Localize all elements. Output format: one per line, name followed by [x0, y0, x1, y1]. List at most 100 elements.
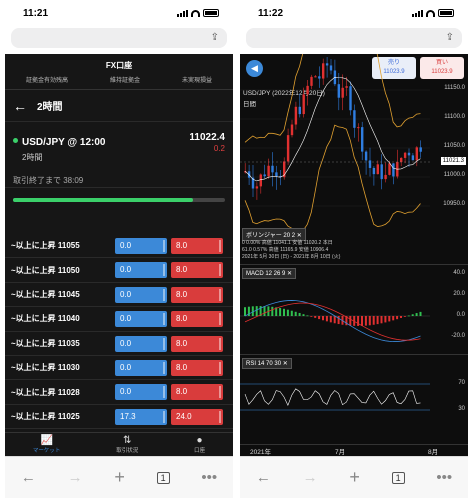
macd-histogram-bar — [255, 306, 258, 316]
macd-histogram-bar — [403, 316, 406, 317]
tab-count[interactable]: 1 — [391, 471, 405, 484]
margin-balance-label: 証拠金有効残高 — [25, 78, 68, 84]
macd-histogram-bar — [298, 312, 301, 316]
macd-histogram-bar — [314, 316, 317, 318]
panel-divider — [240, 444, 468, 445]
share-icon[interactable]: ⇪ — [446, 32, 454, 43]
candle-body — [364, 151, 368, 161]
down-price-button[interactable]: 8.0 — [171, 311, 223, 328]
price-axis-2: 11100.0 — [444, 114, 465, 120]
strike-label: ~以上に上昇 11025 — [11, 411, 80, 421]
down-price-button[interactable]: 24.0 — [171, 408, 223, 425]
macd-axis-1: 40.0 — [453, 270, 465, 276]
rsi-chip[interactable]: RSI 14 70 30 ✕ — [242, 358, 292, 369]
macd-chip[interactable]: MACD 12 26 9 ✕ — [242, 268, 297, 279]
up-price-button[interactable]: 0.0 — [115, 359, 167, 376]
up-price-button[interactable]: 0.0 — [115, 384, 167, 401]
more-icon[interactable]: ••• — [201, 469, 217, 486]
candle-body — [353, 110, 356, 128]
down-price-button[interactable]: 8.0 — [171, 286, 223, 303]
price-axis-5: 10950.0 — [443, 201, 465, 207]
macd-axis-4: -20.0 — [451, 333, 465, 339]
swap-arrows-icon: ⇅ — [123, 435, 132, 446]
candle-body — [302, 94, 305, 115]
candle-body — [271, 165, 274, 173]
up-price-button[interactable]: 17.3 — [115, 408, 167, 425]
up-price-button[interactable]: 0.0 — [115, 286, 167, 303]
browser-back-icon[interactable]: ← — [21, 469, 36, 486]
price-axis-3: 11050.0 — [443, 143, 465, 149]
price-axis-1: 11150.0 — [444, 85, 465, 91]
candle-body — [259, 174, 262, 187]
macd-histogram-bar — [263, 306, 266, 316]
url-bar[interactable]: ⇪ — [246, 28, 462, 48]
rsi-axis-30: 30 — [458, 406, 465, 412]
macd-histogram-bar — [337, 316, 340, 325]
up-price-button[interactable]: 0.0 — [115, 311, 167, 328]
candle-body — [341, 87, 344, 98]
macd-histogram-bar — [283, 308, 285, 316]
strike-row: ~以上に上昇 11050 0.0 8.0 — [5, 258, 233, 283]
user-icon: ● — [196, 435, 203, 446]
down-price-button[interactable]: 8.0 — [171, 359, 223, 376]
strike-label: ~以上に上昇 11028 — [11, 387, 80, 397]
x-axis-july: 7月 — [335, 449, 346, 456]
macd-histogram-bar — [384, 316, 387, 323]
macd-axis-2: 20.0 — [453, 291, 465, 297]
down-price-button[interactable]: 8.0 — [171, 384, 223, 401]
share-icon[interactable]: ⇪ — [211, 32, 219, 43]
signal-icon — [177, 9, 188, 17]
browser-forward-icon[interactable]: → — [68, 469, 83, 486]
strike-row: ~以上に上昇 11055 0.0 8.0 — [5, 234, 233, 259]
panel-divider — [240, 354, 468, 355]
candle-body — [255, 186, 259, 189]
macd-histogram-bar — [419, 311, 422, 316]
strike-label: ~以上に上昇 11035 — [11, 338, 80, 348]
status-icons — [412, 9, 454, 17]
candle-body — [419, 147, 422, 152]
macd-histogram-bar — [322, 316, 324, 321]
live-dot-icon — [13, 138, 18, 144]
new-tab-icon[interactable]: + — [114, 467, 125, 488]
strike-list: ~以上に上昇 11055 0.0 8.0 ~以上に上昇 11050 0.0 8.0 ~以上に… — [5, 234, 233, 456]
nav-trades[interactable]: ⇅ 取引状況 — [116, 433, 138, 456]
down-price-button[interactable]: 8.0 — [171, 262, 223, 279]
candle-body — [337, 84, 340, 98]
bollinger-info: 0 0.00% 高値 11041.1 安値 11020.2 本日 61.0 0.… — [242, 240, 341, 260]
candle-body — [286, 135, 290, 162]
nav-account[interactable]: ● 口座 — [194, 433, 205, 456]
candle-body — [263, 174, 266, 177]
up-price-button[interactable]: 0.0 — [115, 238, 167, 254]
candle-body — [318, 76, 321, 79]
candle-body — [411, 155, 415, 161]
url-bar[interactable]: ⇪ — [11, 28, 227, 48]
up-price-button[interactable]: 0.0 — [115, 262, 167, 279]
candle-body — [388, 163, 391, 175]
down-price-button[interactable]: 8.0 — [171, 335, 223, 352]
strike-row: ~以上に上昇 11040 0.0 8.0 — [5, 307, 233, 332]
back-arrow-icon[interactable]: ← — [13, 98, 27, 114]
strike-row: ~以上に上昇 11035 0.0 8.0 — [5, 332, 233, 356]
candle-body — [267, 165, 270, 177]
browser-forward-icon[interactable]: → — [303, 469, 318, 486]
up-price-button[interactable]: 0.0 — [115, 335, 167, 352]
macd-histogram-bar — [411, 314, 414, 316]
nav-market[interactable]: 📈 マーケット — [33, 433, 61, 456]
macd-histogram-bar — [244, 307, 246, 316]
strike-row: ~以上に上昇 11028 0.0 8.0 — [5, 380, 233, 405]
macd-histogram-bar — [318, 316, 321, 320]
macd-histogram-bar — [271, 306, 274, 316]
more-icon[interactable]: ••• — [436, 469, 452, 486]
candle-body — [325, 63, 329, 66]
new-tab-icon[interactable]: + — [349, 467, 360, 488]
strike-label: ~以上に上昇 11055 — [11, 241, 80, 251]
macd-histogram-bar — [361, 316, 363, 326]
tab-count[interactable]: 1 — [156, 471, 170, 484]
maintenance-margin-label: 維持証拠金 — [109, 78, 140, 84]
macd-histogram-bar — [333, 316, 336, 324]
battery-icon — [203, 9, 219, 17]
macd-histogram-bar — [325, 316, 328, 322]
browser-back-icon[interactable]: ← — [256, 469, 271, 486]
down-price-button[interactable]: 8.0 — [171, 238, 223, 254]
status-time: 11:22 — [258, 8, 284, 19]
